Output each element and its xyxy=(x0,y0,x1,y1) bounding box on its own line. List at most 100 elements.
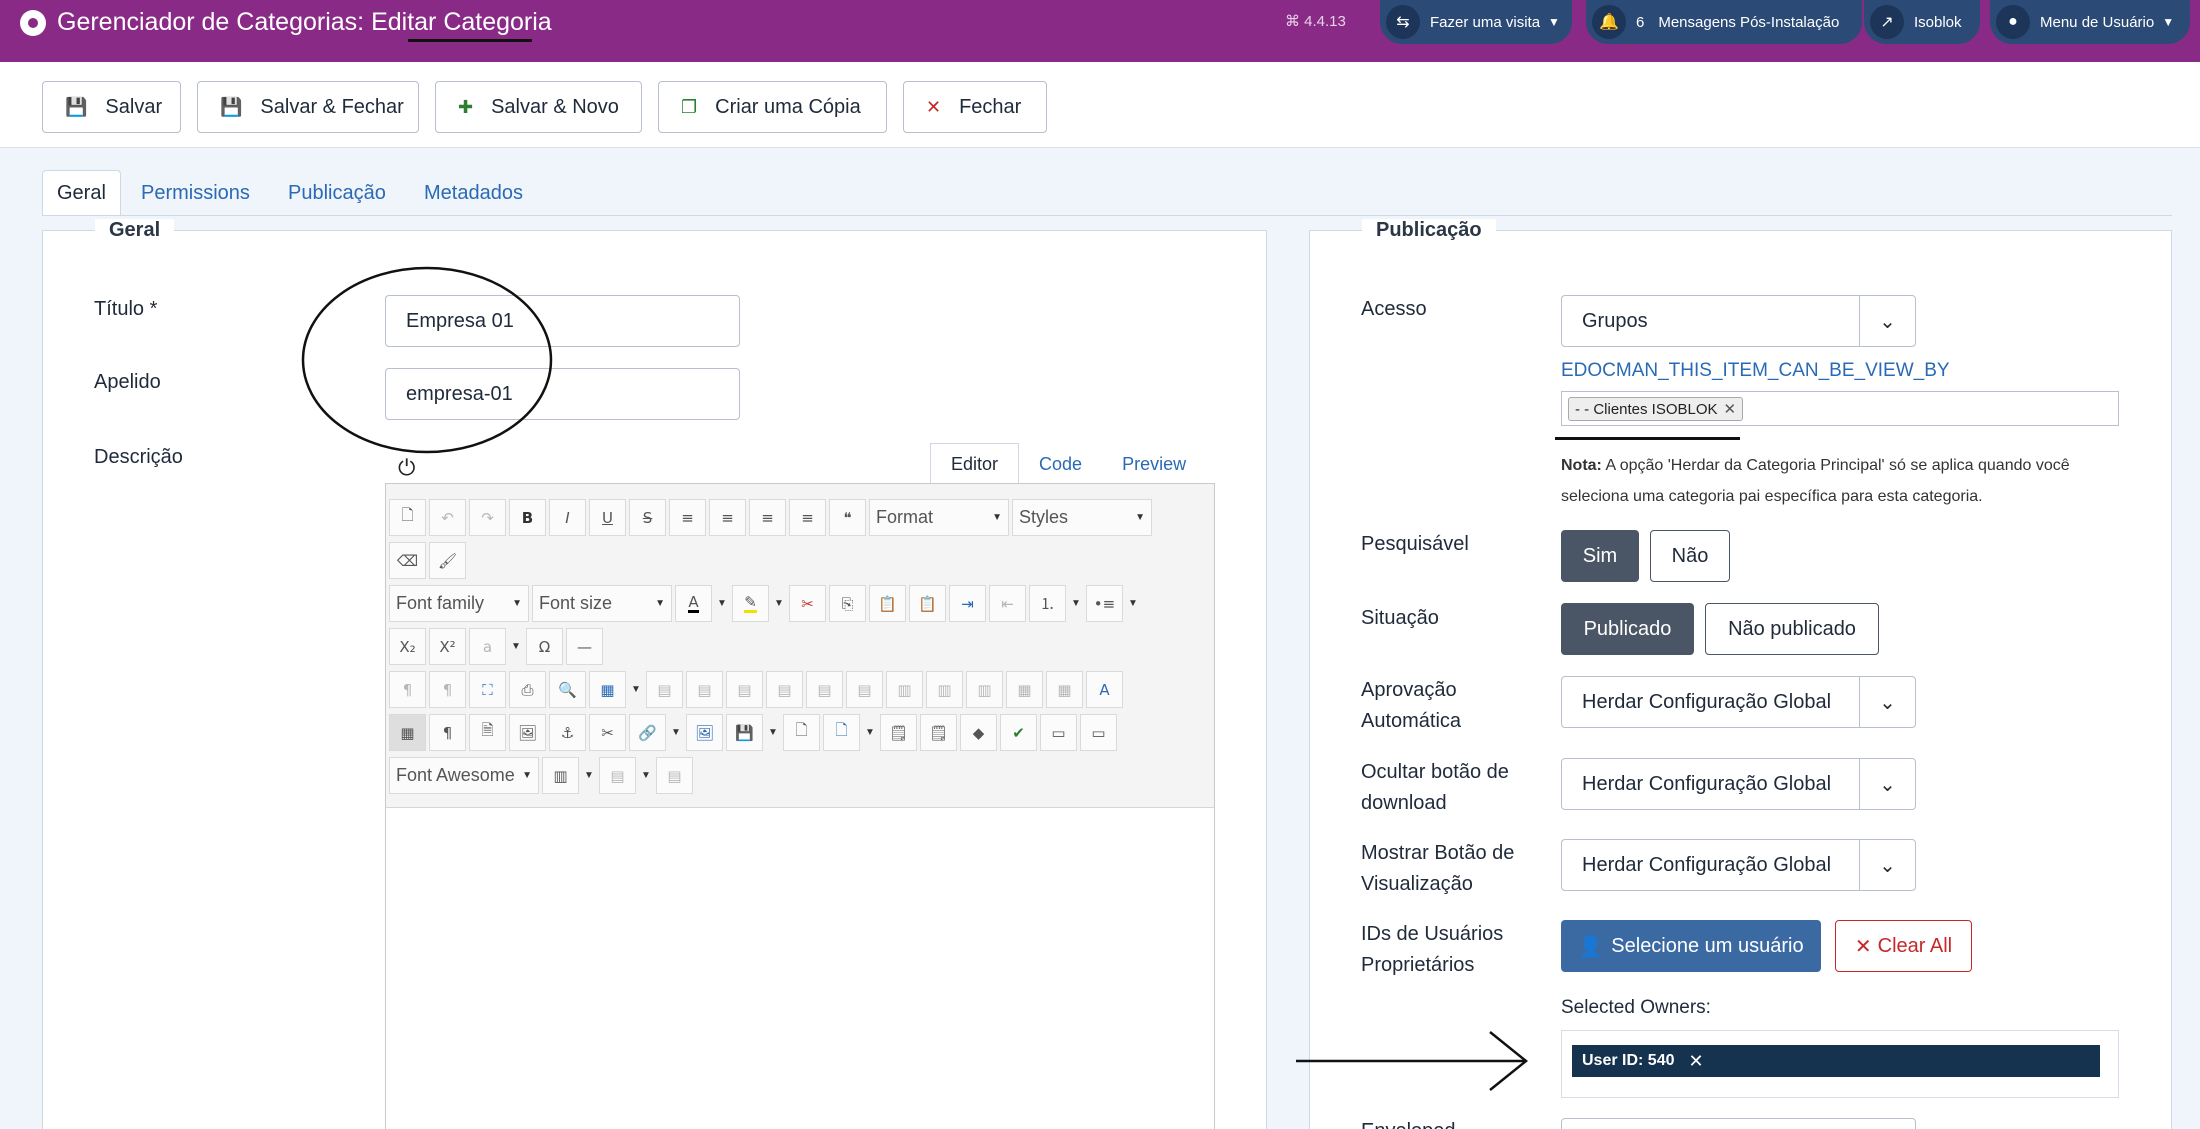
language-icon[interactable]: a xyxy=(469,628,506,665)
insert-row-after-icon[interactable]: ▤ xyxy=(806,671,843,708)
insert-col-after-icon[interactable]: ▥ xyxy=(926,671,963,708)
redo-icon[interactable]: ↷ xyxy=(469,499,506,536)
font-awesome-select[interactable]: Font Awesome ▼ xyxy=(389,757,539,794)
insert-col-before-icon[interactable]: ▥ xyxy=(886,671,923,708)
dropdown-arrow-icon[interactable]: ▼ xyxy=(509,628,523,665)
group-chip[interactable]: - - Clientes ISOBLOK ✕ xyxy=(1568,397,1744,421)
special-char-icon[interactable]: Ω xyxy=(526,628,563,665)
styles-select[interactable]: Styles ▼ xyxy=(1012,499,1152,536)
user-menu-button[interactable]: ● Menu de Usuário ▼ xyxy=(1990,0,2190,44)
eraser-icon[interactable]: ⌫ xyxy=(389,542,426,579)
preview-icon[interactable]: ▭ xyxy=(1080,714,1117,751)
align-justify-icon[interactable]: ≡ xyxy=(669,499,706,536)
joomla-logo-icon[interactable] xyxy=(20,10,46,36)
dropdown-arrow-icon[interactable]: ▼ xyxy=(629,671,643,708)
new-document-icon[interactable]: 🗋 xyxy=(389,499,426,536)
unlink-icon[interactable]: ✂ xyxy=(589,714,626,751)
dropdown-arrow-icon[interactable]: ▼ xyxy=(639,757,653,794)
layout-grid-icon[interactable]: ▤ xyxy=(599,757,636,794)
outdent-icon[interactable]: ⇤ xyxy=(989,585,1026,622)
shapes-icon[interactable]: ◆ xyxy=(960,714,997,751)
bullet-list-icon[interactable]: •≡ xyxy=(1086,585,1123,622)
hide-download-select[interactable]: Herdar Configuração Global ⌄ xyxy=(1561,758,1916,810)
owner-chip[interactable]: User ID: 540 ✕ xyxy=(1572,1045,2100,1077)
delete-col-icon[interactable]: ▥ xyxy=(966,671,1003,708)
tab-publicacao[interactable]: Publicação xyxy=(274,170,400,216)
select-user-button[interactable]: 👤 Selecione um usuário xyxy=(1561,920,1821,972)
media-icon[interactable]: 🖼 xyxy=(686,714,723,751)
text-color-icon[interactable]: A xyxy=(675,585,712,622)
subscript-icon[interactable]: X₂ xyxy=(389,628,426,665)
undo-icon[interactable]: ↶ xyxy=(429,499,466,536)
auto-approve-select[interactable]: Herdar Configuração Global ⌄ xyxy=(1561,676,1916,728)
blockquote-icon[interactable]: ❝ xyxy=(829,499,866,536)
save-button[interactable]: 💾 Salvar xyxy=(42,81,181,133)
copy-icon[interactable]: ⎘ xyxy=(829,585,866,622)
editor-toggle-icon[interactable]: ⏻ xyxy=(398,456,415,481)
save-copy-button[interactable]: ❐ Criar uma Cópia xyxy=(658,81,887,133)
view-site-button[interactable]: ↗ Isoblok xyxy=(1864,0,1980,44)
style-props-icon[interactable]: A xyxy=(1086,671,1123,708)
dropdown-arrow-icon[interactable]: ▼ xyxy=(669,714,683,751)
dropdown-arrow-icon[interactable]: ▼ xyxy=(582,757,596,794)
rtl-icon[interactable]: ¶ xyxy=(429,671,466,708)
layout-col-icon[interactable]: ▤ xyxy=(656,757,693,794)
indent-icon[interactable]: ⇥ xyxy=(949,585,986,622)
spellcheck-icon[interactable]: ✔ xyxy=(1000,714,1037,751)
font-family-select[interactable]: Font family ▼ xyxy=(389,585,529,622)
show-view-select[interactable]: Herdar Configuração Global ⌄ xyxy=(1561,839,1916,891)
cut-icon[interactable]: ✂ xyxy=(789,585,826,622)
split-cells-icon[interactable]: ▦ xyxy=(1006,671,1043,708)
dropdown-arrow-icon[interactable]: ▼ xyxy=(1069,585,1083,622)
delete-row-icon[interactable]: ▤ xyxy=(846,671,883,708)
next-field-select[interactable] xyxy=(1561,1118,1916,1129)
clear-all-button[interactable]: ✕ Clear All xyxy=(1835,920,1972,972)
dropdown-arrow-icon[interactable]: ▼ xyxy=(863,714,877,751)
print-icon[interactable]: ⎙ xyxy=(509,671,546,708)
post-install-messages-button[interactable]: 🔔 6 Mensagens Pós-Instalação xyxy=(1586,0,1862,44)
strikethrough-icon[interactable]: S xyxy=(629,499,666,536)
remove-chip-icon[interactable]: ✕ xyxy=(1724,400,1737,418)
save-icon[interactable]: 💾 xyxy=(726,714,763,751)
fullscreen-icon[interactable]: ⛶ xyxy=(469,671,506,708)
dropdown-arrow-icon[interactable]: ▼ xyxy=(715,585,729,622)
dropdown-arrow-icon[interactable]: ▼ xyxy=(1126,585,1140,622)
ltr-icon[interactable]: ¶ xyxy=(389,671,426,708)
editor-content-area[interactable] xyxy=(386,809,1214,1129)
cell-props-icon[interactable]: ▤ xyxy=(726,671,763,708)
search-replace-icon[interactable]: 🔍 xyxy=(549,671,586,708)
paste-icon[interactable]: 📋 xyxy=(869,585,906,622)
tab-metadados[interactable]: Metadados xyxy=(410,170,537,216)
remove-format-icon[interactable]: 🗒 xyxy=(920,714,957,751)
merge-cells-icon[interactable]: ▦ xyxy=(1046,671,1083,708)
save-new-button[interactable]: ✚ Salvar & Novo xyxy=(435,81,642,133)
italic-icon[interactable]: I xyxy=(549,499,586,536)
dropdown-arrow-icon[interactable]: ▼ xyxy=(772,585,786,622)
paste-word-icon[interactable]: 🗒 xyxy=(880,714,917,751)
align-right-icon[interactable]: ≡ xyxy=(789,499,826,536)
paste-text-icon[interactable]: 📋 xyxy=(909,585,946,622)
layout-icon[interactable]: ▥ xyxy=(542,757,579,794)
link-icon[interactable]: 🔗 xyxy=(629,714,666,751)
row-props-icon[interactable]: ▤ xyxy=(686,671,723,708)
tab-permissions[interactable]: Permissions xyxy=(127,170,264,216)
table-icon[interactable]: ▦ xyxy=(589,671,626,708)
status-unpublished-button[interactable]: Não publicado xyxy=(1705,603,1879,655)
show-blocks-icon[interactable]: ¶ xyxy=(429,714,466,751)
insert-file-icon[interactable]: 🗋 xyxy=(823,714,860,751)
image-icon[interactable]: 🖼 xyxy=(509,714,546,751)
template-icon[interactable]: 🗎 xyxy=(469,714,506,751)
delete-table-icon[interactable]: ▤ xyxy=(646,671,683,708)
highlight-color-icon[interactable]: ✎ xyxy=(732,585,769,622)
font-size-select[interactable]: Font size ▼ xyxy=(532,585,672,622)
searchable-yes-button[interactable]: Sim xyxy=(1561,530,1639,582)
horizontal-rule-icon[interactable]: — xyxy=(566,628,603,665)
close-button[interactable]: ✕ Fechar xyxy=(903,81,1047,133)
remove-owner-icon[interactable]: ✕ xyxy=(1689,1051,1704,1072)
align-left-icon[interactable]: ≡ xyxy=(749,499,786,536)
align-center-icon[interactable]: ≡ xyxy=(709,499,746,536)
guided-tour-button[interactable]: ⇆ Fazer uma visita ▼ xyxy=(1380,0,1572,44)
nonbreaking-icon[interactable]: ▭ xyxy=(1040,714,1077,751)
editor-tab-editor[interactable]: Editor xyxy=(930,443,1020,485)
numbered-list-icon[interactable]: ⒈ xyxy=(1029,585,1066,622)
